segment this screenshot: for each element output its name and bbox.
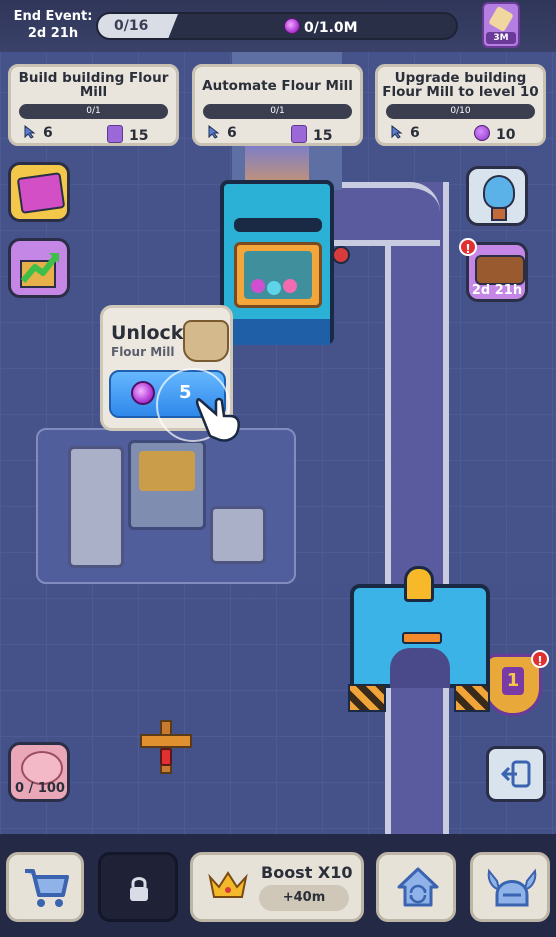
potion-icon: [474, 125, 490, 141]
event-label: End Event:: [13, 9, 93, 24]
unlock-subtitle: Flour Mill: [111, 345, 175, 359]
quest-reward-a: 6: [390, 125, 420, 141]
conveyor-belt-vertical: [385, 182, 449, 842]
mill-bench: [210, 506, 266, 564]
event-progress-bar: 0/16 0/1.0M: [96, 12, 458, 40]
progress-count: 0/16: [114, 18, 149, 34]
level-alert-icon: !: [531, 650, 549, 668]
boost-title: Boost X10: [261, 863, 353, 882]
event-timer: End Event: 2d 21h: [10, 8, 96, 42]
machine-lever[interactable]: [332, 246, 350, 264]
profile-button[interactable]: [470, 852, 550, 922]
chest-alert-icon: !: [459, 238, 477, 256]
quest-card-3[interactable]: Upgrade building Flour Mill to level 10 …: [375, 64, 546, 146]
exit-button[interactable]: [486, 746, 546, 802]
exit-door-icon: [501, 760, 531, 788]
boost-time: +40m: [259, 885, 349, 911]
quest-card-1[interactable]: Build building Flour Mill 0/1 6 15: [8, 64, 179, 146]
quest-progress: 0/1: [19, 104, 168, 119]
cursor-icon: [24, 125, 36, 139]
quest-title: Upgrade building Flour Mill to level 10: [382, 70, 539, 100]
quest-reward-b: 15: [291, 125, 332, 144]
conveyor-belt-top: [330, 182, 440, 246]
machine-base: [224, 319, 330, 345]
growth-boost-button[interactable]: [8, 238, 70, 298]
gem-coin-icon: [284, 18, 300, 34]
event-reward-label: 3M: [486, 32, 516, 44]
quest-progress: 0/1: [203, 104, 352, 119]
chest-timer: 2d 21h: [471, 283, 523, 298]
viking-helmet-icon: [487, 868, 537, 907]
ticket-icon: [107, 125, 123, 143]
event-countdown: 2d 21h: [27, 26, 79, 41]
lock-icon: [130, 877, 148, 901]
event-reward-badge[interactable]: 3M: [482, 2, 520, 48]
quest-reward-b: 10: [474, 125, 515, 143]
unlock-title: Unlock: [111, 322, 184, 344]
ketchup-bottle-icon: [160, 748, 172, 766]
shop-offer-button[interactable]: [8, 162, 70, 222]
quest-progress: 0/10: [386, 104, 535, 119]
level-shield-value: 1: [502, 667, 524, 695]
home-button[interactable]: [376, 852, 456, 922]
crown-icon: [208, 871, 248, 898]
quest-title: Build building Flour Mill: [18, 70, 169, 100]
machine-display: [234, 218, 322, 232]
quest-card-2[interactable]: Automate Flour Mill 0/1 6 15: [192, 64, 363, 146]
boost-button[interactable]: Boost X10 +40m: [190, 852, 364, 922]
dispenser-light: [404, 566, 434, 602]
chart-up-icon: [20, 253, 60, 288]
piggy-bank-button[interactable]: 0 / 100: [8, 742, 70, 802]
cursor-icon: [208, 125, 220, 139]
gem-coin-icon: [131, 381, 155, 405]
mill-hopper: [128, 440, 206, 530]
quest-title: Automate Flour Mill: [202, 78, 353, 94]
quest-reward-a: 6: [207, 125, 237, 141]
piggy-label: 0 / 100: [15, 781, 65, 796]
signpost[interactable]: [140, 720, 192, 776]
claw-machine[interactable]: [220, 180, 334, 345]
progress-currency: 0/1.0M: [284, 18, 358, 36]
shopping-cart-icon: [25, 869, 69, 907]
hazard-block-left: [348, 684, 386, 712]
cursor-icon: [391, 125, 403, 139]
piggy-icon: [21, 751, 63, 785]
hot-air-balloon-icon: [483, 175, 515, 209]
mill-shelf: [68, 446, 124, 568]
locked-slot[interactable]: [98, 852, 178, 922]
home-refresh-icon: [397, 867, 439, 907]
hammer-icon: [488, 5, 514, 33]
shop-button[interactable]: [6, 852, 84, 922]
quest-reward-b: 15: [107, 125, 148, 144]
balloon-button[interactable]: [466, 166, 528, 226]
dispenser-slot: [402, 632, 442, 644]
hazard-block-right: [454, 684, 490, 712]
ticket-icon: [291, 125, 307, 143]
machine-window: [234, 242, 322, 308]
flour-sack-icon: [183, 320, 229, 362]
dispenser-opening: [390, 648, 450, 688]
quest-reward-a: 6: [23, 125, 53, 141]
hand-pointer-icon: [195, 397, 240, 442]
treasure-chest-icon: [475, 255, 525, 285]
crown-card-icon: [16, 172, 66, 214]
